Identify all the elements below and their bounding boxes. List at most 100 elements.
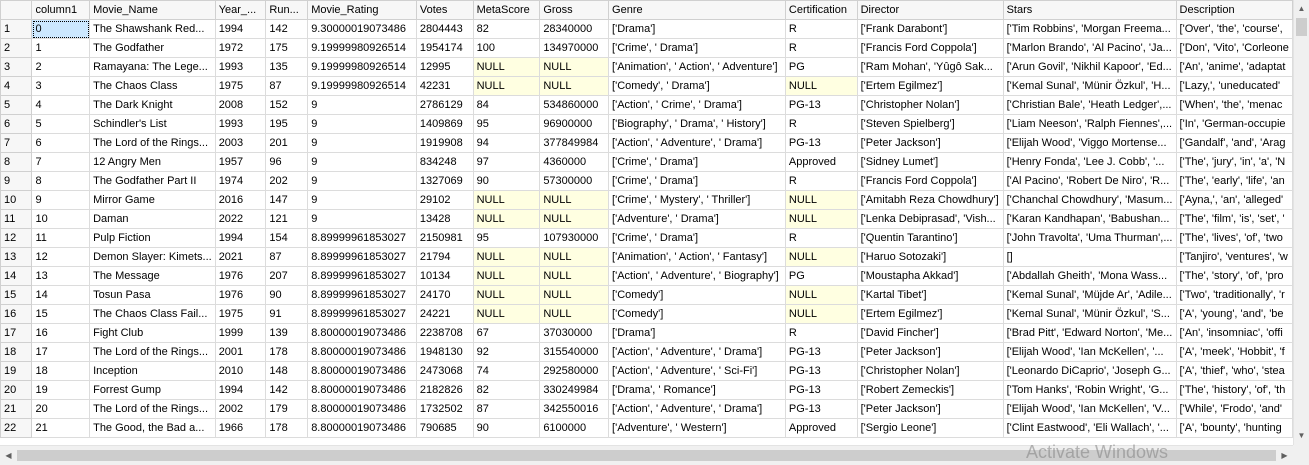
grid-cell[interactable]: 8.80000019073486 bbox=[307, 380, 417, 400]
vertical-scroll-thumb[interactable] bbox=[1296, 18, 1307, 36]
grid-cell[interactable]: ['In', 'German-occupie bbox=[1175, 114, 1293, 134]
grid-cell[interactable]: ['Ertem Egilmez'] bbox=[856, 76, 1004, 96]
grid-cell[interactable]: ['David Fincher'] bbox=[856, 323, 1004, 343]
grid-cell[interactable]: ['Frank Darabont'] bbox=[856, 19, 1004, 39]
grid-cell[interactable]: 24170 bbox=[415, 285, 474, 305]
grid-cell[interactable]: 97 bbox=[472, 152, 541, 172]
grid-cell[interactable]: ['Action', ' Crime', ' Drama'] bbox=[608, 95, 786, 115]
grid-cell[interactable]: ['Haruo Sotozaki'] bbox=[856, 247, 1004, 267]
grid-cell[interactable]: 148 bbox=[265, 361, 309, 381]
grid-cell[interactable]: PG-13 bbox=[784, 133, 858, 153]
grid-cell[interactable]: 2003 bbox=[214, 133, 267, 153]
grid-cell[interactable]: ['Karan Kandhapan', 'Babushan... bbox=[1002, 209, 1177, 229]
grid-cell[interactable]: 95 bbox=[472, 228, 541, 248]
grid-cell[interactable]: Approved bbox=[784, 418, 858, 438]
grid-cell[interactable]: 100 bbox=[472, 38, 541, 58]
grid-cell[interactable]: Pulp Fiction bbox=[89, 228, 216, 248]
grid-cell[interactable]: ['While', 'Frodo', 'and' bbox=[1175, 399, 1293, 419]
grid-cell[interactable]: 95 bbox=[472, 114, 541, 134]
grid-cell[interactable]: 1972 bbox=[214, 38, 267, 58]
grid-cell[interactable]: 87 bbox=[472, 399, 541, 419]
grid-cell[interactable]: 142 bbox=[265, 19, 309, 39]
grid-cell[interactable]: NULL bbox=[784, 76, 858, 96]
grid-cell[interactable]: 142 bbox=[265, 380, 309, 400]
grid-cell[interactable]: 6 bbox=[31, 133, 91, 153]
grid-cell[interactable]: NULL bbox=[784, 190, 858, 210]
grid-cell[interactable]: 1975 bbox=[214, 304, 267, 324]
grid-cell[interactable]: PG-13 bbox=[784, 399, 858, 419]
grid-cell[interactable]: NULL bbox=[539, 57, 610, 77]
grid-cell[interactable]: 2010 bbox=[214, 361, 267, 381]
grid-cell[interactable]: NULL bbox=[539, 266, 610, 286]
grid-cell[interactable]: 18 bbox=[31, 361, 91, 381]
grid-cell[interactable]: 2001 bbox=[214, 342, 267, 362]
grid-cell[interactable]: 1975 bbox=[214, 76, 267, 96]
grid-cell[interactable]: The Shawshank Red... bbox=[89, 19, 216, 39]
grid-cell[interactable]: The Chaos Class Fail... bbox=[89, 304, 216, 324]
grid-cell[interactable]: 67 bbox=[472, 323, 541, 343]
grid-cell[interactable]: ['Al Pacino', 'Robert De Niro', 'R... bbox=[1002, 171, 1177, 191]
grid-cell[interactable]: ['Arun Govil', 'Nikhil Kapoor', 'Ed... bbox=[1002, 57, 1177, 77]
grid-cell[interactable]: 790685 bbox=[415, 418, 474, 438]
grid-cell[interactable]: PG-13 bbox=[784, 342, 858, 362]
grid-cell[interactable]: 8.89999961853027 bbox=[307, 247, 417, 267]
grid-cell[interactable]: ['Action', ' Adventure', ' Drama'] bbox=[608, 399, 786, 419]
grid-cell[interactable]: 90 bbox=[472, 418, 541, 438]
row-number[interactable]: 5 bbox=[0, 95, 33, 115]
row-number[interactable]: 13 bbox=[0, 247, 33, 267]
grid-cell[interactable]: 8.89999961853027 bbox=[307, 304, 417, 324]
grid-cell[interactable]: The Chaos Class bbox=[89, 76, 216, 96]
grid-cell[interactable]: 534860000 bbox=[539, 95, 610, 115]
grid-cell[interactable]: 2021 bbox=[214, 247, 267, 267]
grid-cell[interactable]: NULL bbox=[539, 304, 610, 324]
grid-cell[interactable]: 8 bbox=[31, 171, 91, 191]
grid-cell[interactable]: Mirror Game bbox=[89, 190, 216, 210]
grid-cell[interactable]: 2008 bbox=[214, 95, 267, 115]
grid-cell[interactable]: 1732502 bbox=[415, 399, 474, 419]
grid-cell[interactable]: [] bbox=[1002, 247, 1177, 267]
grid-cell[interactable]: 9 bbox=[307, 152, 417, 172]
grid-cell[interactable]: 9.19999980926514 bbox=[307, 76, 417, 96]
grid-cell[interactable]: 1919908 bbox=[415, 133, 474, 153]
grid-cell[interactable]: NULL bbox=[472, 57, 541, 77]
row-number[interactable]: 15 bbox=[0, 285, 33, 305]
grid-cell[interactable]: ['Elijah Wood', 'Ian McKellen', '... bbox=[1002, 342, 1177, 362]
grid-cell[interactable]: ['Comedy'] bbox=[608, 285, 786, 305]
grid-cell[interactable]: 91 bbox=[265, 304, 309, 324]
grid-cell[interactable]: The Dark Knight bbox=[89, 95, 216, 115]
grid-cell[interactable]: 2016 bbox=[214, 190, 267, 210]
grid-cell[interactable]: ['Lenka Debiprasad', 'Vish... bbox=[856, 209, 1004, 229]
grid-cell[interactable]: R bbox=[784, 228, 858, 248]
grid-cell[interactable]: The Lord of the Rings... bbox=[89, 133, 216, 153]
grid-cell[interactable]: The Lord of the Rings... bbox=[89, 342, 216, 362]
grid-cell[interactable]: 1948130 bbox=[415, 342, 474, 362]
grid-cell[interactable]: 10134 bbox=[415, 266, 474, 286]
grid-cell[interactable]: 6100000 bbox=[539, 418, 610, 438]
grid-cell[interactable]: 9 bbox=[307, 95, 417, 115]
grid-cell[interactable]: ['Amitabh Reza Chowdhury'] bbox=[856, 190, 1004, 210]
grid-cell[interactable]: 20 bbox=[31, 399, 91, 419]
row-number[interactable]: 2 bbox=[0, 38, 33, 58]
column-header-13[interactable]: Description bbox=[1175, 0, 1293, 20]
column-header-6[interactable]: Votes bbox=[415, 0, 474, 20]
grid-cell[interactable]: ['Leonardo DiCaprio', 'Joseph G... bbox=[1002, 361, 1177, 381]
grid-cell[interactable]: ['Crime', ' Drama'] bbox=[608, 152, 786, 172]
grid-cell[interactable]: ['Elijah Wood', 'Viggo Mortense... bbox=[1002, 133, 1177, 153]
grid-cell[interactable]: Forrest Gump bbox=[89, 380, 216, 400]
grid-cell[interactable]: ['Francis Ford Coppola'] bbox=[856, 171, 1004, 191]
grid-cell[interactable]: ['Kartal Tibet'] bbox=[856, 285, 1004, 305]
grid-cell[interactable]: ['Quentin Tarantino'] bbox=[856, 228, 1004, 248]
grid-cell[interactable]: 12995 bbox=[415, 57, 474, 77]
grid-cell[interactable]: NULL bbox=[539, 209, 610, 229]
grid-cell[interactable]: 8.80000019073486 bbox=[307, 418, 417, 438]
grid-cell[interactable]: ['Liam Neeson', 'Ralph Fiennes',... bbox=[1002, 114, 1177, 134]
grid-cell[interactable]: NULL bbox=[472, 266, 541, 286]
grid-cell[interactable]: 179 bbox=[265, 399, 309, 419]
row-number[interactable]: 4 bbox=[0, 76, 33, 96]
grid-cell[interactable]: ['Lazy,', 'uneducated' bbox=[1175, 76, 1293, 96]
grid-cell[interactable]: 8.80000019073486 bbox=[307, 361, 417, 381]
row-number[interactable]: 20 bbox=[0, 380, 33, 400]
grid-cell[interactable]: 87 bbox=[265, 247, 309, 267]
grid-cell[interactable]: 37030000 bbox=[539, 323, 610, 343]
grid-cell[interactable]: The Godfather bbox=[89, 38, 216, 58]
